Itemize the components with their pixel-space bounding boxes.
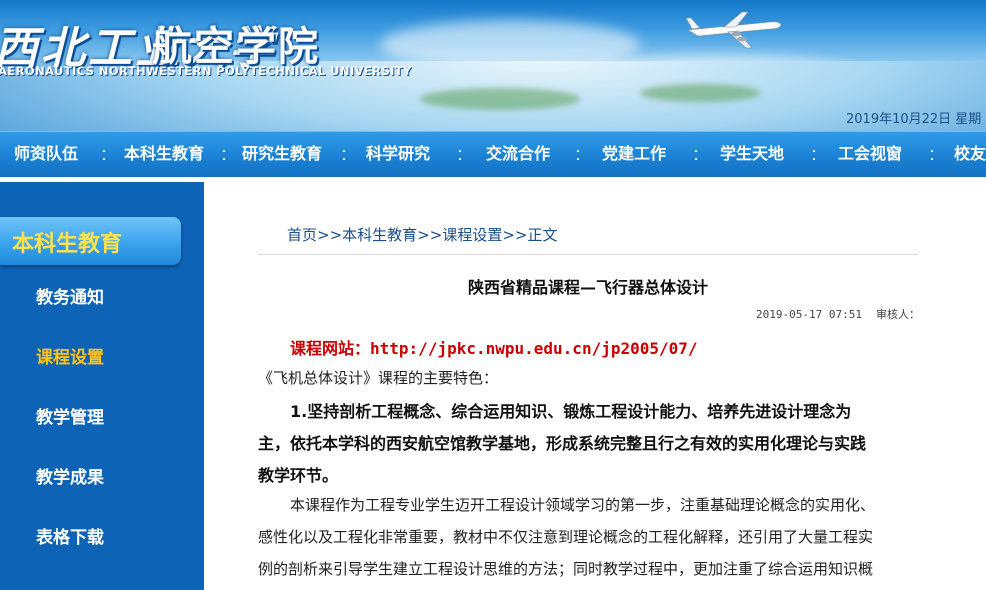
article-point-line: 主，依托本学科的西安航空馆教学基地，形成系统完整且行之有效的实用化理论与实践 xyxy=(258,434,867,453)
current-date: 2019年10月22日 星期 xyxy=(846,112,982,127)
breadcrumb-separator: >> xyxy=(317,226,343,244)
course-website-label: 课程网站： xyxy=(290,339,371,358)
nav-separator xyxy=(928,142,936,168)
main-nav: 师资队伍 本科生教育 研究生教育 科学研究 交流合作 党建工作 学生天地 工会视… xyxy=(0,131,986,177)
breadcrumb-current: 正文 xyxy=(527,226,558,244)
sidebar-item-courses[interactable]: 课程设置 xyxy=(36,343,104,368)
article-body-line: 感性化以及工程化非常重要，教材中不仅注意到理论概念的工程化解释，还引用了大量工程… xyxy=(258,528,874,546)
sidebar-title-box: 本科生教育 xyxy=(0,217,181,265)
nav-separator xyxy=(100,142,108,168)
article-body-line: 本课程作为工程专业学生迈开工程设计领域学习的第一步，注重基础理论概念的实用化、 xyxy=(290,496,876,514)
nav-item-alumni[interactable]: 校友 xyxy=(954,132,986,178)
nav-item-graduate[interactable]: 研究生教育 xyxy=(242,132,322,178)
article-title: 陕西省精品课程—飞行器总体设计 xyxy=(467,278,708,297)
nav-item-faculty[interactable]: 师资队伍 xyxy=(14,132,78,178)
nav-separator xyxy=(810,142,818,168)
banner-land xyxy=(640,84,760,102)
nav-item-research[interactable]: 科学研究 xyxy=(366,132,430,178)
nav-item-exchange[interactable]: 交流合作 xyxy=(486,132,550,178)
banner-land xyxy=(420,88,580,110)
nav-separator xyxy=(220,142,228,168)
site-banner: 西北工业大学 航空学院 AERONAUTICS NORTHWESTERN POL… xyxy=(0,0,986,131)
article-intro: 《飞机总体设计》课程的主要特色： xyxy=(258,369,499,387)
sidebar-title: 本科生教育 xyxy=(12,232,123,257)
sidebar-item-management[interactable]: 教学管理 xyxy=(36,403,104,428)
article-point-line: 教学环节。 xyxy=(258,466,339,485)
article-date: 2019-05-17 07:51 xyxy=(756,308,862,321)
breadcrumb-separator: >> xyxy=(502,226,528,244)
article-point-line: 1.坚持剖析工程概念、综合运用知识、锻炼工程设计能力、培养先进设计理念为 xyxy=(290,402,852,421)
sidebar-item-notices[interactable]: 教务通知 xyxy=(36,283,104,308)
breadcrumb-separator: >> xyxy=(417,226,443,244)
nav-separator xyxy=(574,142,582,168)
nav-separator xyxy=(456,142,464,168)
article-reviewer: 审核人： xyxy=(875,308,920,321)
nav-item-students[interactable]: 学生天地 xyxy=(720,132,784,178)
breadcrumb: 首页>>本科生教育>>课程设置>>正文 xyxy=(287,224,557,245)
breadcrumb-undergraduate-link[interactable]: 本科生教育 xyxy=(342,226,417,244)
article-body-line: 例的剖析来引导学生建立工程设计思维的方法；同时教学过程中，更加注重了综合运用知识… xyxy=(258,560,874,578)
university-english-name: AERONAUTICS NORTHWESTERN POLYTECHNICAL U… xyxy=(0,64,412,78)
nav-separator xyxy=(692,142,700,168)
airplane-icon xyxy=(685,11,782,49)
sidebar: 本科生教育 教务通知 课程设置 教学管理 教学成果 表格下载 xyxy=(0,177,204,590)
sidebar-item-achievements[interactable]: 教学成果 xyxy=(36,463,104,488)
nav-item-union[interactable]: 工会视窗 xyxy=(838,132,902,178)
course-website: 课程网站：http://jpkc.nwpu.edu.cn/jp2005/07/ xyxy=(290,335,698,359)
article-meta: 2019-05-17 07:51 审核人： xyxy=(756,306,920,322)
sidebar-top-gap xyxy=(0,177,204,182)
breadcrumb-divider xyxy=(258,254,918,255)
breadcrumb-courses-link[interactable]: 课程设置 xyxy=(442,226,502,244)
nav-separator xyxy=(340,142,348,168)
nav-item-party[interactable]: 党建工作 xyxy=(602,132,666,178)
sidebar-item-downloads[interactable]: 表格下载 xyxy=(36,523,104,548)
nav-item-undergraduate[interactable]: 本科生教育 xyxy=(124,132,204,178)
course-website-link[interactable]: http://jpkc.nwpu.edu.cn/jp2005/07/ xyxy=(370,339,698,358)
breadcrumb-home-link[interactable]: 首页 xyxy=(287,226,317,244)
